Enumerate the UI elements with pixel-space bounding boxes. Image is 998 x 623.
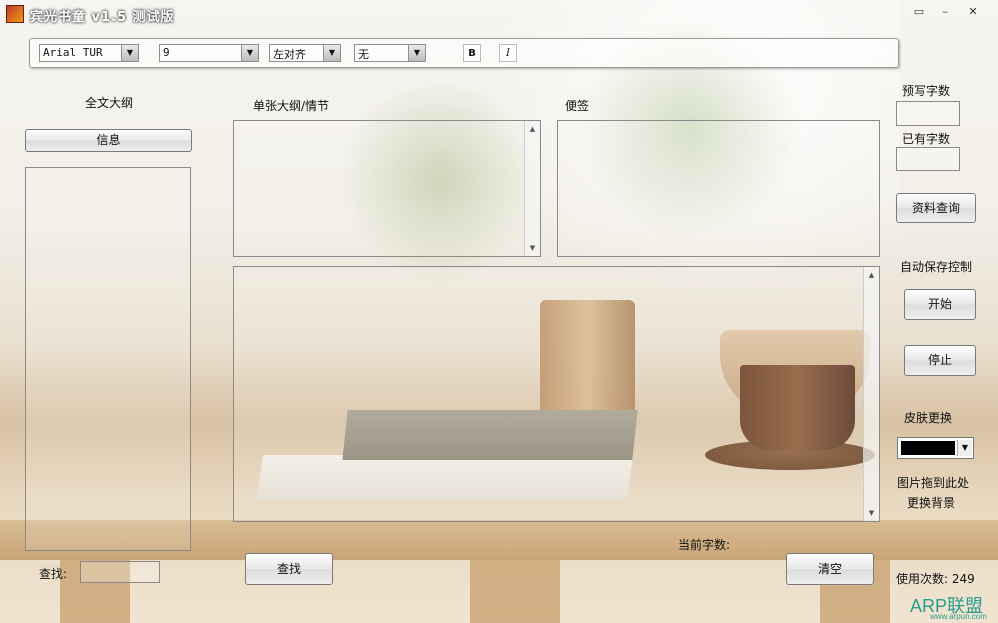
autosave-stop-button[interactable]: 停止 [904, 345, 976, 376]
format-toolbar: Arial TUR ▼ 9 ▼ 左对齐 ▼ 无 ▼ B I [29, 38, 899, 68]
alignment-select[interactable]: 左对齐 ▼ [269, 44, 341, 62]
chapter-outline-scrollbar[interactable]: ▲ ▼ [524, 121, 540, 256]
clear-button[interactable]: 清空 [786, 553, 874, 585]
preset-count-input[interactable] [896, 101, 960, 126]
autosave-start-button[interactable]: 开始 [904, 289, 976, 320]
outline-list[interactable] [25, 167, 191, 551]
window-title: 宾光书童 v1.5 测试版 [30, 10, 175, 25]
chevron-down-icon[interactable]: ▼ [241, 45, 258, 61]
usage-count-label: 使用次数: 249 [896, 570, 975, 587]
arp-url: www.arpun.com [930, 612, 987, 621]
style-select[interactable]: 无 ▼ [354, 44, 426, 62]
chevron-down-icon[interactable]: ▼ [323, 45, 340, 61]
restore-icon[interactable]: ▭ [910, 4, 928, 20]
chapter-outline-label: 单张大纲/情节 [253, 99, 330, 113]
scroll-up-icon[interactable]: ▲ [525, 122, 540, 136]
alignment-value: 左对齐 [273, 48, 306, 61]
title-bar: 宾光书童 v1.5 测试版 ▭ – ✕ [0, 0, 998, 28]
find-button[interactable]: 查找 [245, 553, 333, 585]
chevron-down-icon[interactable]: ▼ [121, 45, 138, 61]
existing-count-field [896, 147, 960, 171]
skin-color-swatch [901, 441, 955, 455]
search-input[interactable] [80, 561, 160, 583]
data-lookup-button[interactable]: 资料查询 [896, 193, 976, 223]
usage-count-value: 249 [951, 572, 975, 586]
chevron-down-icon[interactable]: ▼ [408, 45, 425, 61]
font-family-select[interactable]: Arial TUR ▼ [39, 44, 139, 62]
background-table-leg [470, 560, 560, 623]
main-editor-textarea[interactable]: ▲ ▼ [233, 266, 880, 522]
font-size-value: 9 [163, 46, 170, 59]
scroll-down-icon[interactable]: ▼ [525, 241, 540, 255]
current-count-label: 当前字数: [678, 538, 731, 552]
scroll-down-icon[interactable]: ▼ [864, 506, 879, 520]
skin-change-label: 皮肤更换 [904, 411, 953, 425]
italic-button[interactable]: I [499, 44, 517, 62]
usage-count-text: 使用次数: [896, 572, 949, 586]
editor-scrollbar[interactable]: ▲ ▼ [863, 267, 879, 521]
skin-color-select[interactable]: ▼ [897, 437, 974, 459]
chapter-outline-textarea[interactable]: ▲ ▼ [233, 120, 541, 257]
outline-title: 全文大纲 [85, 96, 134, 110]
existing-count-label: 已有字数 [902, 132, 951, 146]
style-value: 无 [358, 48, 369, 61]
preset-count-label: 预写字数 [902, 84, 951, 98]
scroll-up-icon[interactable]: ▲ [864, 268, 879, 282]
font-family-value: Arial TUR [43, 46, 103, 59]
minimize-icon[interactable]: – [936, 4, 954, 20]
change-background-hint: 更换背景 [907, 496, 956, 510]
app-icon [6, 5, 24, 23]
drag-background-hint: 图片拖到此处 [897, 476, 970, 490]
info-button[interactable]: 信息 [25, 129, 192, 152]
chevron-down-icon[interactable]: ▼ [957, 440, 972, 456]
notes-textarea[interactable] [557, 120, 880, 257]
autosave-label: 自动保存控制 [900, 260, 973, 274]
close-icon[interactable]: ✕ [964, 4, 982, 20]
app-window: 宾光书童 v1.5 测试版 ▭ – ✕ Arial TUR ▼ 9 ▼ 左对齐 … [0, 0, 998, 623]
font-size-select[interactable]: 9 ▼ [159, 44, 259, 62]
notes-label: 便签 [565, 99, 590, 113]
bold-button[interactable]: B [463, 44, 481, 62]
search-label: 查找: [39, 567, 68, 581]
